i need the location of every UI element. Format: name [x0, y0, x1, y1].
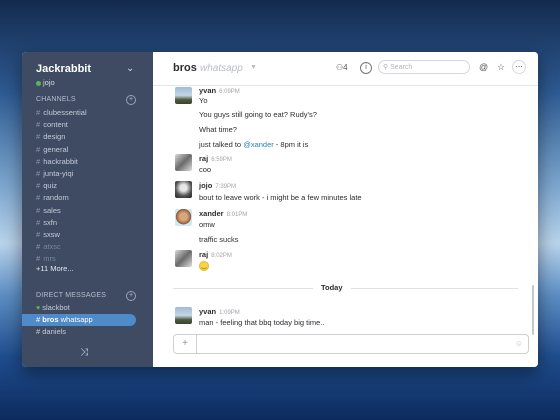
- message-time: 6:59PM: [211, 157, 232, 163]
- message-text: You guys still going to eat? Rudy's?: [199, 110, 317, 119]
- sidebar: Jackrabbit ⌄ jojo CHANNELS + # clubessen…: [22, 52, 153, 367]
- hash-icon: #: [36, 181, 41, 191]
- star-icon[interactable]: ☆: [497, 62, 505, 73]
- heart-icon: ♥: [36, 305, 41, 312]
- message-text: traffic sucks: [199, 235, 239, 244]
- hash-icon: #: [36, 156, 41, 166]
- message-author[interactable]: jojo 7:39PM: [199, 181, 236, 190]
- presence-icon: [36, 80, 41, 86]
- direct-messages-header[interactable]: DIRECT MESSAGES: [36, 292, 106, 299]
- search-icon: ⚲: [383, 64, 389, 71]
- shuffle-icon[interactable]: ⤨: [80, 347, 88, 358]
- scrollbar[interactable]: [532, 285, 534, 335]
- message-author[interactable]: yvan 6:09PM: [199, 86, 240, 95]
- avatar[interactable]: [175, 87, 192, 104]
- add-channel-icon[interactable]: +: [126, 95, 136, 105]
- hash-icon: #: [36, 242, 41, 252]
- app-window: Jackrabbit ⌄ jojo CHANNELS + # clubessen…: [22, 52, 538, 367]
- plus-icon[interactable]: +: [174, 335, 197, 353]
- team-name[interactable]: Jackrabbit: [36, 63, 91, 75]
- sidebar-item-channel[interactable]: # sxsw: [36, 230, 87, 242]
- message-author[interactable]: xander 8:01PM: [199, 209, 247, 218]
- hash-icon: #: [36, 193, 41, 203]
- sidebar-item-channel[interactable]: # atxsc: [36, 242, 87, 254]
- hash-icon: #: [36, 254, 41, 264]
- main-panel: bros whatsapp ▼ ⚇4 i ⚲ Search @ ☆ ⋯ yvan 6…: [153, 52, 538, 367]
- smile-emoji-icon[interactable]: ‿: [199, 261, 209, 271]
- more-channels-link[interactable]: +11 More...: [36, 264, 74, 273]
- hash-icon: #: [36, 205, 41, 215]
- avatar[interactable]: [175, 154, 192, 171]
- current-user[interactable]: jojo: [36, 78, 55, 87]
- sidebar-item-channel[interactable]: # general: [36, 145, 87, 157]
- chevron-down-icon[interactable]: ⌄: [126, 63, 134, 74]
- sidebar-item-channel[interactable]: # sales: [36, 206, 87, 218]
- chevron-down-icon[interactable]: ▼: [250, 64, 257, 71]
- message-time: 8:01PM: [226, 212, 248, 218]
- message-text: Yo: [199, 96, 208, 105]
- dm-list: ♥ slackbot # bros whatsapp # daniels: [22, 302, 153, 338]
- avatar[interactable]: [175, 250, 192, 267]
- hash-icon: #: [36, 217, 41, 227]
- hash-icon: #: [36, 120, 41, 130]
- sidebar-item-channel[interactable]: # quiz: [36, 181, 87, 193]
- current-user-name: jojo: [43, 78, 55, 87]
- channel-list: # clubessential # content # design # gen…: [36, 108, 87, 266]
- sidebar-item-channel[interactable]: # content: [36, 120, 87, 132]
- sidebar-item-channel[interactable]: # junta-yiqi: [36, 169, 87, 181]
- message-text: bout to leave work - i might be a few mi…: [199, 193, 362, 202]
- avatar[interactable]: [175, 307, 192, 324]
- emoji-icon[interactable]: ☺: [515, 339, 523, 348]
- add-dm-icon[interactable]: +: [126, 291, 136, 301]
- message-input[interactable]: + ☺: [173, 334, 529, 354]
- at-icon[interactable]: @: [479, 62, 488, 72]
- message-time: 7:39PM: [215, 184, 237, 190]
- message-time: 8:02PM: [211, 253, 232, 259]
- message-time: 1:09PM: [219, 310, 240, 316]
- channel-title[interactable]: bros: [173, 62, 197, 74]
- search-placeholder: Search: [390, 64, 413, 71]
- search-input[interactable]: ⚲ Search: [378, 60, 470, 74]
- message-text: coo: [199, 165, 212, 174]
- sidebar-item-slackbot[interactable]: ♥ slackbot: [22, 302, 153, 314]
- info-icon[interactable]: i: [360, 62, 372, 74]
- channel-header: bros whatsapp ▼ ⚇4 i ⚲ Search @ ☆ ⋯: [153, 52, 538, 86]
- channel-purpose[interactable]: whatsapp: [200, 63, 243, 74]
- more-icon[interactable]: ⋯: [512, 60, 526, 74]
- sidebar-item-channel[interactable]: # random: [36, 193, 87, 205]
- message-text: What time?: [199, 125, 237, 134]
- sidebar-item-daniels[interactable]: # daniels: [22, 326, 153, 338]
- avatar[interactable]: [175, 209, 192, 226]
- user-mention[interactable]: @xander: [243, 140, 274, 149]
- hash-icon: #: [36, 229, 41, 239]
- hash-icon: #: [36, 327, 41, 336]
- hash-icon: #: [36, 144, 41, 154]
- message-author[interactable]: raj 8:02PM: [199, 250, 232, 259]
- sidebar-item-channel[interactable]: # sxfn: [36, 218, 87, 230]
- message-text: man - feeling that bbq today big time..: [199, 318, 325, 327]
- message-text: just talked to @xander - 8pm it is: [199, 140, 309, 149]
- date-divider-label: Today: [313, 283, 351, 292]
- avatar[interactable]: [175, 181, 192, 198]
- hash-icon: #: [36, 108, 41, 117]
- message-text: omw: [199, 220, 215, 229]
- sidebar-item-channel[interactable]: # hackrabbit: [36, 157, 87, 169]
- members-button[interactable]: ⚇4: [336, 63, 348, 72]
- message-author[interactable]: raj 6:59PM: [199, 154, 232, 163]
- message-author[interactable]: yvan 1:09PM: [199, 307, 240, 316]
- sidebar-item-channel[interactable]: # design: [36, 132, 87, 144]
- channels-header[interactable]: CHANNELS: [36, 96, 76, 103]
- sidebar-item-channel[interactable]: # clubessential: [36, 108, 87, 120]
- hash-icon: #: [36, 168, 41, 178]
- member-count: 4: [343, 63, 348, 72]
- hash-icon: #: [36, 132, 41, 142]
- sidebar-item-bros[interactable]: # bros whatsapp: [22, 314, 136, 326]
- message-time: 6:09PM: [219, 89, 240, 95]
- hash-icon: #: [36, 315, 41, 324]
